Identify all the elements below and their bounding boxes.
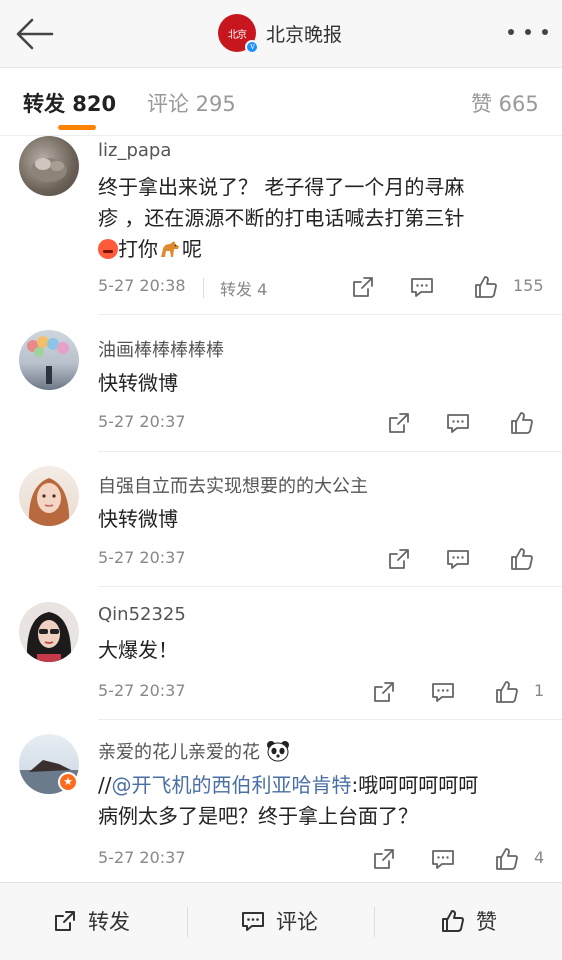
comment-author[interactable]: 油画棒棒棒棒棒 xyxy=(98,336,224,362)
share-icon[interactable] xyxy=(371,679,397,705)
tab-bar: 转发 820 评论 295 赞 665 xyxy=(0,68,562,136)
tab-reposts[interactable]: 转发 820 xyxy=(23,88,116,118)
comment-time: 5-27 20:37 xyxy=(98,681,186,700)
comment-time: 5-27 20:37 xyxy=(98,548,186,567)
avatar[interactable] xyxy=(19,330,79,390)
avatar[interactable] xyxy=(19,602,79,662)
like-count: 1 xyxy=(534,681,545,700)
share-icon[interactable] xyxy=(350,274,376,300)
comment-icon xyxy=(242,912,264,931)
comment-button[interactable]: 评论 xyxy=(240,905,318,937)
comment-text: //@开飞机的西伯利亚哈肯特:哦呵呵呵呵呵 病例太多了是吧？终于拿上台面了？ xyxy=(98,770,538,832)
comment-meta-row: 5-27 20:37 xyxy=(98,544,544,574)
comment-text-line: //@开飞机的西伯利亚哈肯特:哦呵呵呵呵呵 xyxy=(98,770,538,801)
like-icon[interactable] xyxy=(509,546,535,572)
repost-button[interactable]: 转发 xyxy=(52,905,130,937)
like-button-label: 赞 xyxy=(476,910,497,934)
bottom-action-bar: 转发 评论 赞 xyxy=(0,882,562,960)
comment-author[interactable]: 亲爱的花儿亲爱的花 xyxy=(98,738,290,764)
list-item: 自强自立而去实现想要的的大公主 快转微博 5-27 20:37 xyxy=(0,452,562,588)
like-count: 4 xyxy=(534,848,545,867)
comment-text-fragment: 打你 xyxy=(118,237,158,261)
comment-time: 5-27 20:38 xyxy=(98,276,186,295)
comment-icon[interactable] xyxy=(430,846,456,872)
list-item: 油画棒棒棒棒棒 快转微博 5-27 20:37 xyxy=(0,316,562,452)
comment-text: 大爆发！ xyxy=(98,638,178,662)
like-icon[interactable] xyxy=(509,410,535,436)
like-icon[interactable] xyxy=(494,846,520,872)
tab-likes[interactable]: 赞 665 xyxy=(471,88,539,118)
comment-time: 5-27 20:37 xyxy=(98,848,186,867)
arrow-left-icon xyxy=(16,18,54,50)
avatar[interactable] xyxy=(19,136,79,196)
list-item: Qin52325 大爆发！ 5-27 20:37 1 xyxy=(0,588,562,720)
account-logo: 北京 v xyxy=(218,14,259,54)
comment-meta-row: 5-27 20:38 转发 4 155 xyxy=(98,272,544,302)
divider xyxy=(187,907,188,937)
share-icon[interactable] xyxy=(386,546,412,572)
share-icon xyxy=(55,911,75,931)
tab-comments[interactable]: 评论 295 xyxy=(147,88,236,118)
active-tab-indicator xyxy=(58,125,96,130)
list-item: ★ 亲爱的花儿亲爱的花 //@开飞机的西伯利亚哈肯特:哦呵呵呵呵呵 病例太多了是… xyxy=(0,720,562,882)
comment-button-label: 评论 xyxy=(276,910,318,934)
comment-icon[interactable] xyxy=(445,410,471,436)
user-mention-link[interactable]: @开飞机的西伯利亚哈肯特 xyxy=(111,773,351,797)
more-dots-icon[interactable] xyxy=(508,22,548,42)
panda-icon xyxy=(266,741,289,762)
comment-meta-row: 5-27 20:37 xyxy=(98,408,544,438)
comment-author[interactable]: liz_papa xyxy=(98,140,171,161)
comment-author-name: 亲爱的花儿亲爱的花 xyxy=(98,742,260,763)
comment-text-line: 终于拿出来说了？ 老子得了一个月的寻麻 xyxy=(98,175,465,199)
comment-meta-row: 5-27 20:37 1 xyxy=(98,677,544,707)
account-title: 北京晚报 xyxy=(266,23,343,46)
top-nav-bar: 北京 v 北京晚报 xyxy=(0,0,562,68)
back-button[interactable] xyxy=(14,14,56,54)
angry-face-icon xyxy=(98,239,118,259)
comment-text: 快转微博 xyxy=(98,507,178,531)
like-icon xyxy=(442,910,464,932)
comment-icon[interactable] xyxy=(445,546,471,572)
comment-text-fragment: // xyxy=(98,773,112,797)
share-icon[interactable] xyxy=(386,410,412,436)
meta-divider xyxy=(203,278,204,298)
comment-text: 快转微博 xyxy=(98,371,178,395)
horse-icon xyxy=(161,241,179,257)
verified-badge-icon: v xyxy=(245,40,259,54)
comment-time: 5-27 20:37 xyxy=(98,412,186,431)
comment-author[interactable]: 自强自立而去实现想要的的大公主 xyxy=(98,472,368,498)
repost-button-label: 转发 xyxy=(88,910,130,934)
comment-meta-row: 5-27 20:37 4 xyxy=(98,844,544,874)
comment-text-line: 打你呢 xyxy=(98,234,538,265)
list-item: liz_papa 终于拿出来说了？ 老子得了一个月的寻麻 疹 ，还在源源不断的打… xyxy=(0,136,562,316)
comment-text-fragment: :哦呵呵呵呵呵 xyxy=(351,773,479,797)
account-header[interactable]: 北京 v 北京晚报 xyxy=(218,12,342,54)
comment-text: 终于拿出来说了？ 老子得了一个月的寻麻 疹 ，还在源源不断的打电话喊去打第三针 … xyxy=(98,172,538,265)
like-icon[interactable] xyxy=(494,679,520,705)
like-button[interactable]: 赞 xyxy=(440,905,497,937)
comment-author[interactable]: Qin52325 xyxy=(98,604,186,625)
repost-count[interactable]: 转发 4 xyxy=(220,276,267,300)
comment-text-line: 病例太多了是吧？终于拿上台面了？ xyxy=(98,804,418,828)
member-badge-icon: ★ xyxy=(58,772,78,792)
comment-icon[interactable] xyxy=(430,679,456,705)
comment-text-line: 疹 ，还在源源不断的打电话喊去打第三针 xyxy=(98,206,465,230)
divider xyxy=(98,314,562,315)
like-icon[interactable] xyxy=(473,274,499,300)
divider xyxy=(98,586,562,587)
like-count: 155 xyxy=(513,276,544,295)
divider xyxy=(374,907,375,937)
avatar[interactable] xyxy=(19,466,79,526)
share-icon[interactable] xyxy=(371,846,397,872)
comment-text-fragment: 呢 xyxy=(182,237,202,261)
logo-lettering: 北京 xyxy=(228,29,247,41)
comment-icon[interactable] xyxy=(409,274,435,300)
